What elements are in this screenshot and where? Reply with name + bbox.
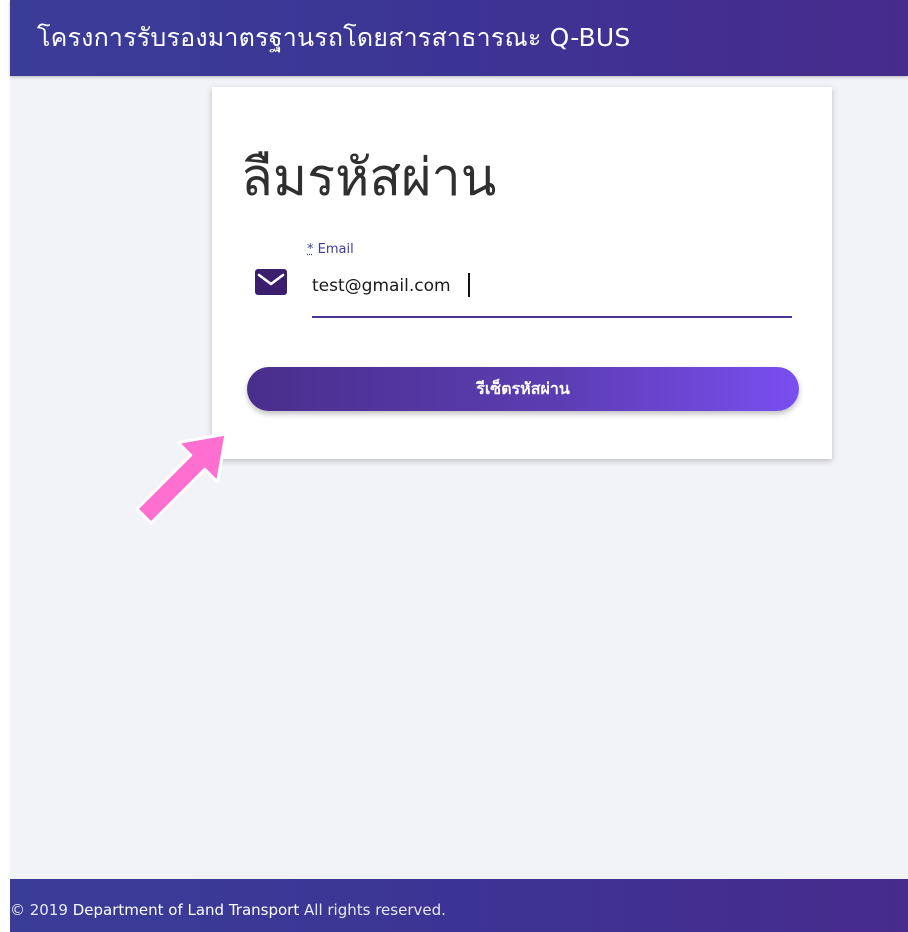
organization-name: Department of Land Transport xyxy=(72,901,300,919)
email-label-text: Email xyxy=(317,242,354,257)
forgot-password-card: ลืมรหัสผ่าน * Email รีเซ็ตรหัสผ่าน xyxy=(212,87,832,459)
mail-icon xyxy=(255,269,287,295)
required-marker: * xyxy=(307,242,314,257)
page-title: ลืมรหัสผ่าน xyxy=(241,148,497,208)
email-field-label: * Email xyxy=(307,241,354,259)
email-input[interactable] xyxy=(312,269,792,303)
email-field-underline xyxy=(312,316,792,318)
app-title: โครงการรับรองมาตรฐานรถโดยสารสาธารณะ Q-BU… xyxy=(37,23,631,52)
top-app-bar: โครงการรับรองมาตรฐานรถโดยสารสาธารณะ Q-BU… xyxy=(10,0,908,76)
footer-bar: © 2019 Department of Land Transport All … xyxy=(10,879,908,932)
reset-password-button[interactable]: รีเซ็ตรหัสผ่าน xyxy=(247,367,799,411)
app-frame: โครงการรับรองมาตรฐานรถโดยสารสาธารณะ Q-BU… xyxy=(10,0,908,932)
footer-copyright: © 2019 Department of Land Transport All … xyxy=(10,899,446,921)
rights-text: All rights reserved. xyxy=(304,901,446,919)
copyright-year: © 2019 xyxy=(10,901,68,919)
pointer-arrow-icon xyxy=(135,432,228,525)
text-caret xyxy=(468,273,470,297)
